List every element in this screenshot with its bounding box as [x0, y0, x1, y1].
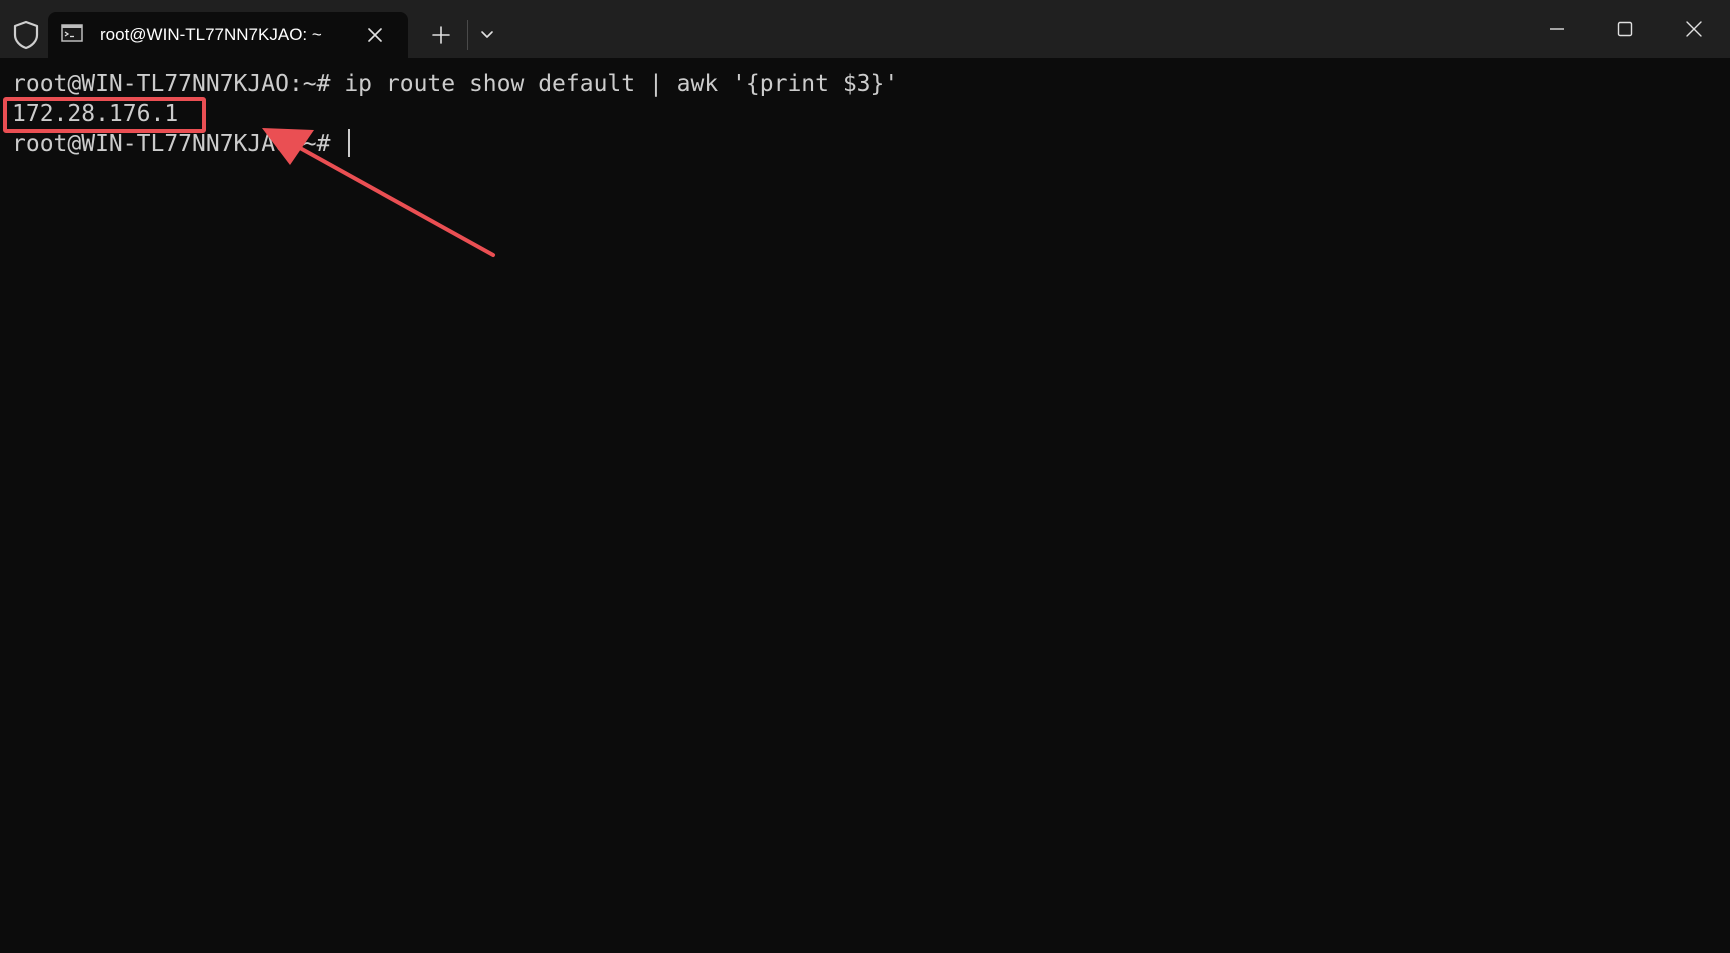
highlight-box	[3, 97, 206, 133]
chevron-down-icon[interactable]	[474, 20, 500, 50]
close-icon[interactable]	[362, 22, 388, 48]
terminal-output[interactable]: root@WIN-TL77NN7KJAO:~# ip route show de…	[0, 58, 1730, 953]
tab-terminal[interactable]: root@WIN-TL77NN7KJAO: ~	[48, 12, 408, 58]
tab-separator	[467, 20, 468, 50]
text-cursor	[348, 129, 350, 157]
shield-icon[interactable]	[12, 20, 40, 50]
terminal-command-line: root@WIN-TL77NN7KJAO:~# ip route show de…	[12, 71, 899, 97]
terminal-icon	[61, 24, 83, 42]
tab-title: root@WIN-TL77NN7KJAO: ~	[100, 25, 322, 44]
close-icon[interactable]	[1672, 10, 1716, 48]
terminal-prompt-line: root@WIN-TL77NN7KJAO:~#	[12, 131, 345, 157]
title-bar: root@WIN-TL77NN7KJAO: ~	[0, 0, 1730, 58]
maximize-icon[interactable]	[1603, 10, 1647, 48]
plus-icon[interactable]	[426, 20, 456, 50]
minimize-icon[interactable]	[1535, 10, 1579, 48]
